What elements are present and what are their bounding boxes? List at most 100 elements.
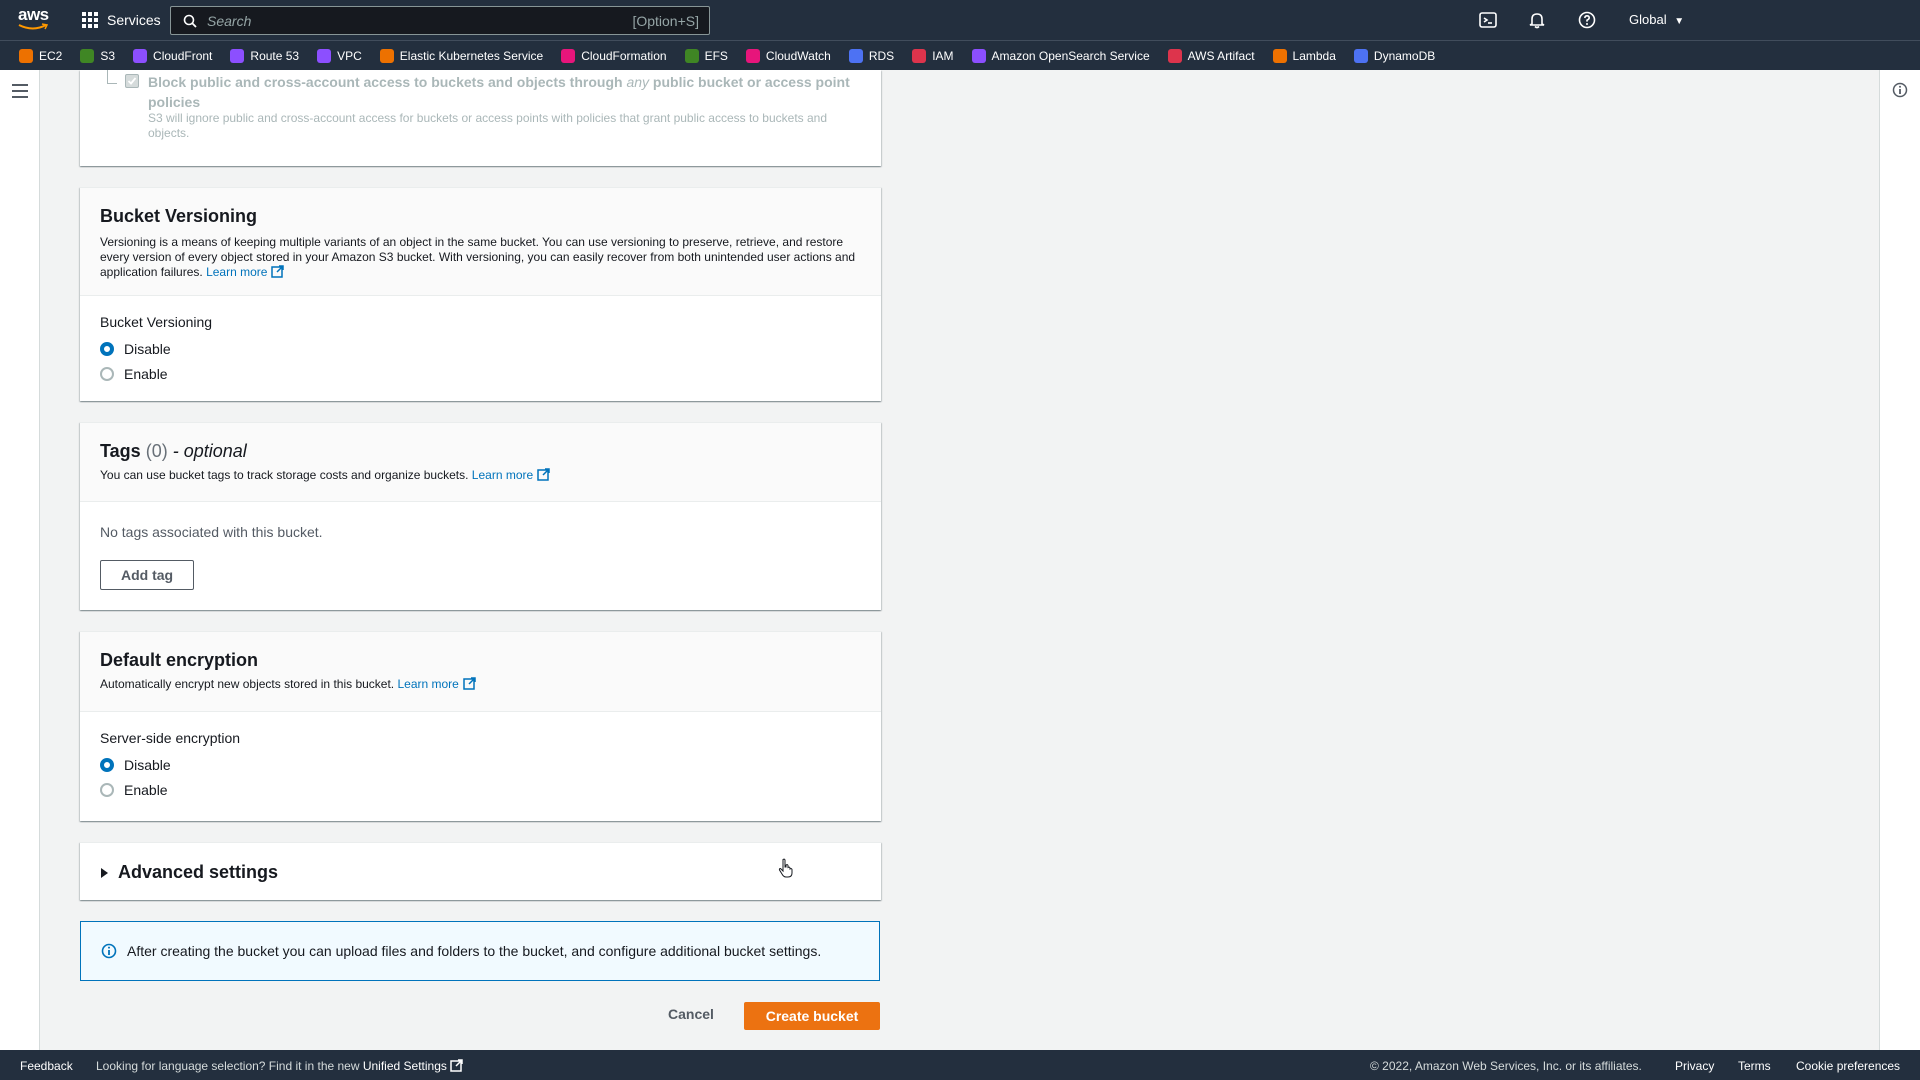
versioning-disable-radio[interactable]: Disable — [100, 336, 861, 361]
add-tag-button[interactable]: Add tag — [100, 560, 195, 590]
favorite-label: EC2 — [39, 48, 63, 63]
aws-logo[interactable]: aws — [18, 6, 50, 34]
favorite-label: S3 — [100, 48, 116, 63]
tree-connector — [107, 70, 117, 84]
favorite-cloudformation[interactable]: CloudFormation — [561, 48, 667, 63]
hand-cursor-icon — [778, 858, 793, 878]
privacy-link[interactable]: Privacy — [1675, 1059, 1714, 1073]
region-label: Global — [1629, 12, 1667, 27]
info-alert-text: After creating the bucket you can upload… — [127, 943, 822, 959]
encryption-field-label: Server-side encryption — [100, 730, 241, 746]
terms-link[interactable]: Terms — [1738, 1059, 1771, 1073]
favorite-label: IAM — [932, 48, 954, 63]
favorite-dynamodb[interactable]: DynamoDB — [1353, 48, 1436, 63]
search-input[interactable] — [207, 12, 633, 29]
info-panel-icon[interactable] — [1892, 82, 1908, 98]
cancel-button[interactable]: Cancel — [668, 1006, 714, 1022]
menu-hamburger-icon[interactable] — [12, 84, 28, 98]
feedback-link[interactable]: Feedback — [20, 1059, 73, 1073]
favorite-s3[interactable]: S3 — [80, 48, 116, 63]
region-selector[interactable]: Global ▼ — [1629, 12, 1684, 27]
versioning-learn-more-link[interactable]: Learn more — [206, 265, 285, 279]
help-icon[interactable] — [1577, 10, 1597, 30]
copyright-text: © 2022, Amazon Web Services, Inc. or its… — [1370, 1059, 1642, 1073]
encryption-description: Automatically encrypt new objects stored… — [100, 677, 861, 692]
favorite-cloudfront[interactable]: CloudFront — [133, 48, 213, 63]
top-navigation: aws Services [Option+S] Global ▼ — [0, 0, 1920, 40]
favorite-label: Route 53 — [250, 48, 300, 63]
notifications-bell-icon[interactable] — [1527, 10, 1547, 30]
favorite-cloudwatch[interactable]: CloudWatch — [745, 48, 831, 63]
caret-right-icon — [101, 867, 108, 878]
service-icon — [1353, 48, 1368, 63]
favorite-vpc[interactable]: VPC — [317, 48, 362, 63]
external-link-icon — [450, 1059, 463, 1072]
service-icon — [379, 48, 394, 63]
favorite-label: DynamoDB — [1373, 48, 1436, 63]
service-icon — [971, 48, 986, 63]
search-shortcut-hint: [Option+S] — [632, 12, 699, 29]
service-icon — [848, 48, 863, 63]
favorite-efs[interactable]: EFS — [684, 48, 728, 63]
default-encryption-panel: Default encryption Automatically encrypt… — [80, 631, 881, 821]
versioning-title: Bucket Versioning — [100, 206, 258, 226]
favorite-ec2[interactable]: EC2 — [19, 48, 63, 63]
encryption-learn-more-link[interactable]: Learn more — [397, 677, 476, 691]
service-icon — [317, 48, 332, 63]
services-menu-button[interactable]: Services — [82, 10, 161, 30]
block-access-checkbox[interactable] — [125, 74, 139, 88]
encryption-title: Default encryption — [100, 650, 259, 670]
right-rail — [1879, 70, 1920, 1050]
encryption-disable-radio[interactable]: Disable — [100, 752, 861, 777]
favorite-label: AWS Artifact — [1187, 48, 1255, 63]
create-bucket-button[interactable]: Create bucket — [744, 1002, 880, 1030]
radio-unselected — [100, 782, 114, 797]
advanced-settings-title: Advanced settings — [118, 862, 279, 882]
external-link-icon — [537, 468, 550, 481]
info-icon — [101, 943, 117, 959]
tags-panel: Tags (0) - optional You can use bucket t… — [80, 422, 881, 610]
favorite-rds[interactable]: RDS — [848, 48, 894, 63]
left-rail — [0, 70, 40, 1050]
favorite-label: Elastic Kubernetes Service — [399, 48, 544, 63]
service-icon — [561, 48, 576, 63]
caret-down-icon: ▼ — [1674, 16, 1685, 27]
cloudshell-icon[interactable] — [1478, 10, 1498, 30]
favorite-elastic-kubernetes-service[interactable]: Elastic Kubernetes Service — [379, 48, 544, 63]
favorite-iam[interactable]: IAM — [912, 48, 954, 63]
block-access-description: S3 will ignore public and cross-account … — [148, 111, 828, 140]
cookie-preferences-link[interactable]: Cookie preferences — [1796, 1059, 1900, 1073]
service-icon — [230, 48, 245, 63]
favorite-amazon-opensearch-service[interactable]: Amazon OpenSearch Service — [971, 48, 1150, 63]
unified-settings-link[interactable]: Unified Settings — [363, 1059, 463, 1073]
favorite-label: CloudWatch — [765, 48, 831, 63]
favorite-label: VPC — [337, 48, 362, 63]
tags-title: Tags (0) - optional — [100, 441, 247, 461]
versioning-field-label: Bucket Versioning — [100, 314, 213, 330]
favorite-label: Amazon OpenSearch Service — [991, 48, 1150, 63]
favorite-label: EFS — [704, 48, 728, 63]
info-alert: After creating the bucket you can upload… — [80, 921, 880, 981]
service-icon — [684, 48, 699, 63]
block-public-access-panel: Block public and cross-account access to… — [80, 70, 881, 166]
versioning-description: Versioning is a means of keeping multipl… — [100, 235, 856, 279]
favorite-lambda[interactable]: Lambda — [1272, 48, 1336, 63]
service-icon — [80, 48, 95, 63]
favorite-route-53[interactable]: Route 53 — [230, 48, 300, 63]
favorite-aws-artifact[interactable]: AWS Artifact — [1167, 48, 1255, 63]
search-box[interactable]: [Option+S] — [170, 6, 710, 35]
block-access-label: Block public and cross-account access to… — [148, 74, 850, 110]
favorite-label: CloudFormation — [581, 48, 667, 63]
language-notice: Looking for language selection? Find it … — [96, 1059, 463, 1073]
service-icon — [745, 48, 760, 63]
versioning-enable-radio[interactable]: Enable — [100, 361, 861, 386]
radio-selected — [100, 341, 114, 356]
radio-selected — [100, 757, 114, 772]
tags-description: You can use bucket tags to track storage… — [100, 468, 861, 483]
service-icon — [1272, 48, 1287, 63]
favorite-label: CloudFront — [153, 48, 213, 63]
advanced-settings-panel[interactable]: Advanced settings — [80, 842, 881, 900]
footer: Feedback Looking for language selection?… — [0, 1050, 1920, 1080]
tags-learn-more-link[interactable]: Learn more — [472, 468, 550, 482]
encryption-enable-radio[interactable]: Enable — [100, 777, 861, 802]
